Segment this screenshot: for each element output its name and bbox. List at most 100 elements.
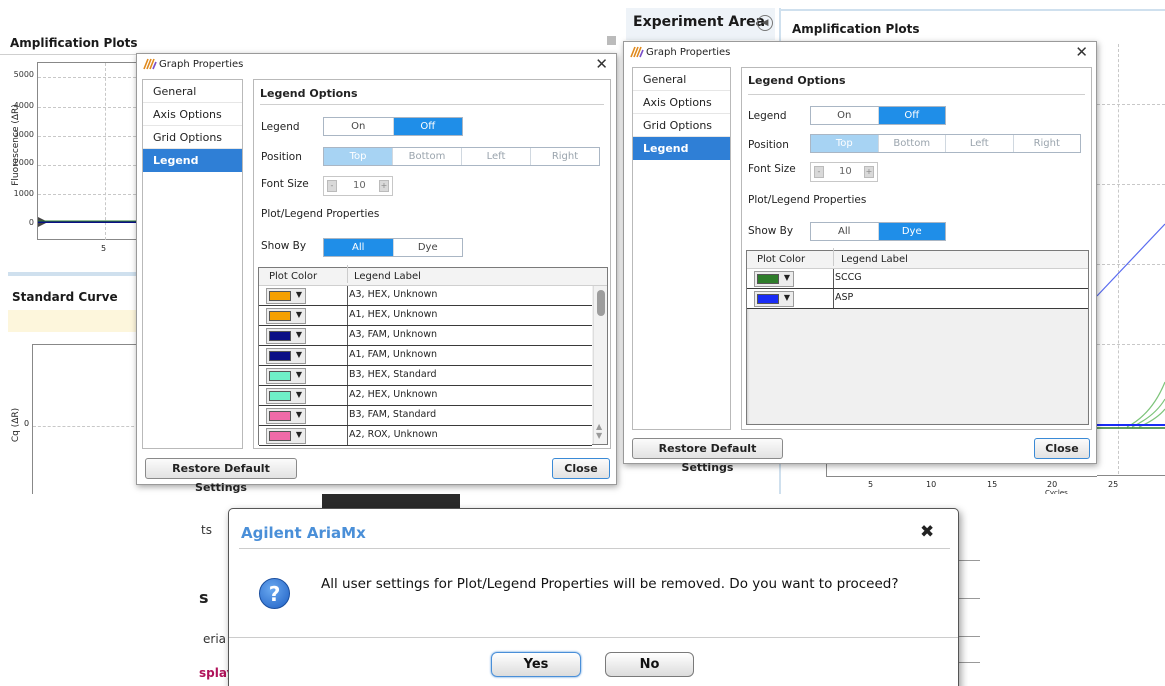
cell-divider (347, 366, 348, 385)
show-by-all-option[interactable]: All (324, 239, 394, 256)
legend-on-option[interactable]: On (324, 118, 394, 135)
section-divider (8, 272, 138, 276)
cell-divider (347, 306, 348, 325)
increment-button[interactable]: + (379, 180, 389, 192)
position-top-option[interactable]: Top (811, 135, 879, 152)
no-button[interactable]: No (605, 652, 694, 677)
legend-label-cell[interactable]: SCCG (835, 272, 862, 283)
close-button[interactable]: Close (1034, 438, 1090, 459)
bg-dark-strip (322, 494, 460, 508)
color-picker-button[interactable]: ▼ (266, 408, 306, 424)
legend-row[interactable]: ▼ A1, HEX, Unknown (259, 306, 592, 326)
close-icon[interactable]: ✕ (1075, 43, 1088, 61)
dialog-titlebar: Graph Properties ✕ (624, 42, 1096, 64)
top-accent-line (781, 9, 1165, 11)
position-selector: Top Bottom Left Right (810, 134, 1081, 153)
position-right-option[interactable]: Right (531, 148, 599, 165)
nav-item-legend-options[interactable]: Legend Options (143, 149, 242, 190)
dialog-title: Graph Properties (646, 47, 731, 58)
header-plot-color: Plot Color (757, 254, 806, 265)
legend-label-cell[interactable]: B3, HEX, Standard (349, 369, 437, 380)
legend-row[interactable]: ▼ A1, FAM, Unknown (259, 346, 592, 366)
color-picker-button[interactable]: ▼ (266, 428, 306, 444)
x-axis-label: Cycles (1045, 489, 1068, 494)
legend-label-cell[interactable]: ASP (835, 292, 853, 303)
chevron-down-icon: ▼ (783, 273, 790, 282)
increment-button[interactable]: + (864, 166, 874, 178)
position-left-option[interactable]: Left (946, 135, 1014, 152)
decrement-button[interactable]: - (814, 166, 824, 178)
show-by-label: Show By (748, 225, 794, 237)
nav-item-grid-options[interactable]: Grid Options (633, 114, 730, 137)
info-banner (8, 310, 138, 332)
legend-label-cell[interactable]: A1, FAM, Unknown (349, 349, 437, 360)
color-picker-button[interactable]: ▼ (754, 271, 794, 287)
legend-row[interactable]: ▼ A2, HEX, Unknown (259, 386, 592, 406)
show-by-dye-option[interactable]: Dye (878, 223, 945, 240)
bg-fragment-text: eria (203, 632, 227, 646)
show-by-all-option[interactable]: All (811, 223, 879, 240)
legend-label-cell[interactable]: A2, ROX, Unknown (349, 429, 438, 440)
close-button[interactable]: Close (552, 458, 610, 479)
restore-defaults-button[interactable]: Restore Default Settings (632, 438, 783, 474)
cq-tick-label: 0 (24, 419, 30, 428)
options-nav: General Axis Options Grid Options Legend… (632, 67, 731, 430)
collapse-icon[interactable]: ◀ (757, 15, 773, 31)
yes-button[interactable]: Yes (491, 652, 581, 677)
footer-rule (229, 637, 958, 638)
grid-header: Plot Color Legend Label (259, 265, 607, 286)
legend-label-cell[interactable]: A3, FAM, Unknown (349, 329, 437, 340)
legend-on-option[interactable]: On (811, 107, 879, 124)
legend-row[interactable]: ▼ B3, HEX, Standard (259, 366, 592, 386)
nav-item-general[interactable]: General (143, 80, 242, 103)
scrollbar[interactable]: ▲ ▼ (593, 286, 607, 444)
color-picker-button[interactable]: ▼ (266, 348, 306, 364)
legend-row[interactable]: ▼ A3, HEX, Unknown (259, 286, 592, 306)
nav-item-legend-options[interactable]: Legend Options (633, 137, 730, 178)
legend-row[interactable]: ▼ A3, FAM, Unknown (259, 326, 592, 346)
x-tick-label: 10 (926, 480, 937, 489)
position-bottom-option[interactable]: Bottom (393, 148, 462, 165)
legend-row[interactable]: ▼ B3, FAM, Standard (259, 406, 592, 426)
color-picker-button[interactable]: ▼ (754, 291, 794, 307)
cq-axis-label: Cq (ΔR) (11, 407, 21, 443)
position-bottom-option[interactable]: Bottom (878, 135, 946, 152)
legend-label-cell[interactable]: A3, HEX, Unknown (349, 289, 437, 300)
position-label: Position (748, 139, 789, 151)
legend-label-cell[interactable]: A2, HEX, Unknown (349, 389, 437, 400)
legend-label-cell[interactable]: A1, HEX, Unknown (349, 309, 437, 320)
decrement-button[interactable]: - (327, 180, 337, 192)
nav-item-grid-options[interactable]: Grid Options (143, 126, 242, 149)
close-icon[interactable]: ✖ (920, 522, 934, 542)
position-left-option[interactable]: Left (462, 148, 531, 165)
scroll-square-icon[interactable] (607, 36, 616, 45)
legend-off-option[interactable]: Off (878, 107, 945, 124)
cell-divider (347, 326, 348, 345)
show-by-dye-option[interactable]: Dye (393, 239, 462, 256)
color-swatch (269, 391, 291, 401)
color-picker-button[interactable]: ▼ (266, 328, 306, 344)
close-icon[interactable]: ✕ (595, 55, 608, 73)
position-label: Position (261, 151, 302, 163)
graph-properties-dialog-right: Graph Properties ✕ General Axis Options … (623, 41, 1097, 474)
scroll-thumb[interactable] (597, 290, 605, 316)
font-size-stepper[interactable]: - 10 + (810, 162, 878, 182)
nav-item-axis-options[interactable]: Axis Options (633, 91, 730, 114)
nav-item-general[interactable]: General (633, 68, 730, 91)
restore-defaults-button[interactable]: Restore Default Settings (145, 458, 297, 494)
position-right-option[interactable]: Right (1013, 135, 1080, 152)
legend-row[interactable]: ▼ SCCG (747, 269, 1088, 289)
legend-row[interactable]: ▼ ASP (747, 289, 1088, 309)
font-size-stepper[interactable]: - 10 + (323, 176, 393, 196)
scroll-down-icon[interactable]: ▲ ▼ (596, 422, 602, 440)
color-picker-button[interactable]: ▼ (266, 288, 306, 304)
color-picker-button[interactable]: ▼ (266, 388, 306, 404)
legend-row[interactable]: ▼ A2, ROX, Unknown (259, 426, 592, 446)
color-picker-button[interactable]: ▼ (266, 308, 306, 324)
legend-off-option[interactable]: Off (393, 118, 462, 135)
position-top-option[interactable]: Top (324, 148, 393, 165)
color-picker-button[interactable]: ▼ (266, 368, 306, 384)
legend-label-cell[interactable]: B3, FAM, Standard (349, 409, 436, 420)
cell-divider (347, 406, 348, 425)
nav-item-axis-options[interactable]: Axis Options (143, 103, 242, 126)
